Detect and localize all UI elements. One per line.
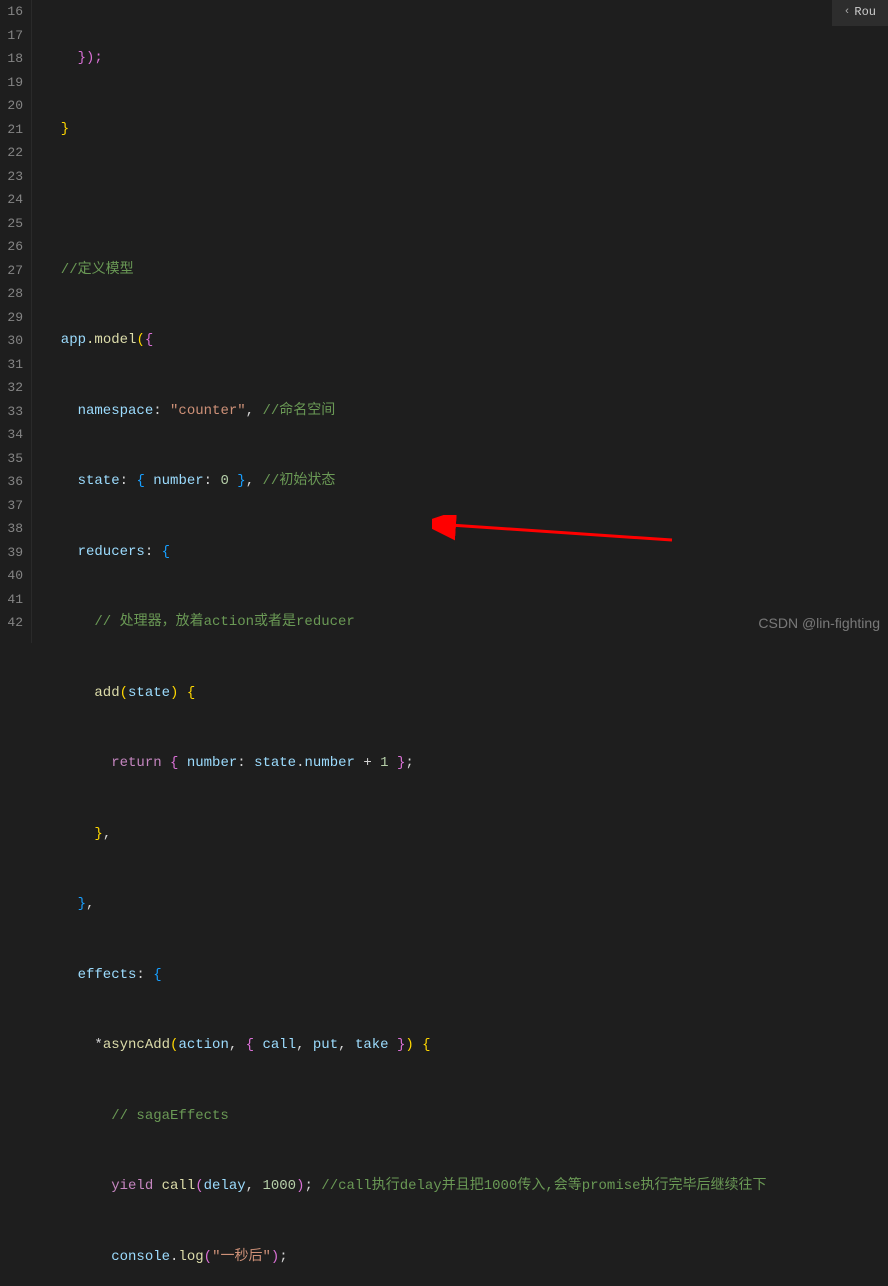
line-number: 31 bbox=[0, 353, 23, 377]
code-line: effects: { bbox=[44, 964, 888, 988]
line-number: 18 bbox=[0, 47, 23, 71]
line-number: 30 bbox=[0, 329, 23, 353]
line-number: 42 bbox=[0, 611, 23, 635]
line-number: 33 bbox=[0, 400, 23, 424]
code-line: yield call(delay, 1000); //call执行delay并且… bbox=[44, 1175, 888, 1199]
watermark: CSDN @lin-fighting bbox=[758, 612, 880, 636]
line-number: 28 bbox=[0, 282, 23, 306]
code-line: // sagaEffects bbox=[44, 1105, 888, 1129]
line-number: 21 bbox=[0, 118, 23, 142]
code-area[interactable]: }); } //定义模型 app.model({ namespace: "cou… bbox=[32, 0, 888, 643]
code-line bbox=[44, 188, 888, 212]
code-line: app.model({ bbox=[44, 329, 888, 353]
tab-label: Rou bbox=[854, 1, 876, 25]
line-number: 23 bbox=[0, 165, 23, 189]
code-line: add(state) { bbox=[44, 682, 888, 706]
line-number: 20 bbox=[0, 94, 23, 118]
line-number: 19 bbox=[0, 71, 23, 95]
line-number: 39 bbox=[0, 541, 23, 565]
line-number: 38 bbox=[0, 517, 23, 541]
tab-bar: ‹ Rou bbox=[832, 0, 888, 26]
code-line: }, bbox=[44, 893, 888, 917]
line-number: 17 bbox=[0, 24, 23, 48]
line-number-gutter: 16 17 18 19 20 21 22 23 24 25 26 27 28 2… bbox=[0, 0, 32, 643]
line-number: 36 bbox=[0, 470, 23, 494]
tab-rou[interactable]: ‹ Rou bbox=[832, 0, 888, 26]
line-number: 32 bbox=[0, 376, 23, 400]
line-number: 37 bbox=[0, 494, 23, 518]
line-number: 27 bbox=[0, 259, 23, 283]
line-number: 26 bbox=[0, 235, 23, 259]
code-line: //定义模型 bbox=[44, 259, 888, 283]
line-number: 24 bbox=[0, 188, 23, 212]
code-line: }); bbox=[44, 47, 888, 71]
line-number: 41 bbox=[0, 588, 23, 612]
code-line: reducers: { bbox=[44, 541, 888, 565]
chevron-left-icon: ‹ bbox=[844, 1, 851, 25]
line-number: 34 bbox=[0, 423, 23, 447]
line-number: 16 bbox=[0, 0, 23, 24]
code-line: namespace: "counter", //命名空间 bbox=[44, 400, 888, 424]
line-number: 25 bbox=[0, 212, 23, 236]
code-line: *asyncAdd(action, { call, put, take }) { bbox=[44, 1034, 888, 1058]
code-line: }, bbox=[44, 823, 888, 847]
line-number: 35 bbox=[0, 447, 23, 471]
line-number: 29 bbox=[0, 306, 23, 330]
code-line: state: { number: 0 }, //初始状态 bbox=[44, 470, 888, 494]
code-editor[interactable]: 16 17 18 19 20 21 22 23 24 25 26 27 28 2… bbox=[0, 0, 888, 643]
line-number: 40 bbox=[0, 564, 23, 588]
code-line: } bbox=[44, 118, 888, 142]
line-number: 22 bbox=[0, 141, 23, 165]
code-line: return { number: state.number + 1 }; bbox=[44, 752, 888, 776]
code-line: console.log("一秒后"); bbox=[44, 1246, 888, 1270]
